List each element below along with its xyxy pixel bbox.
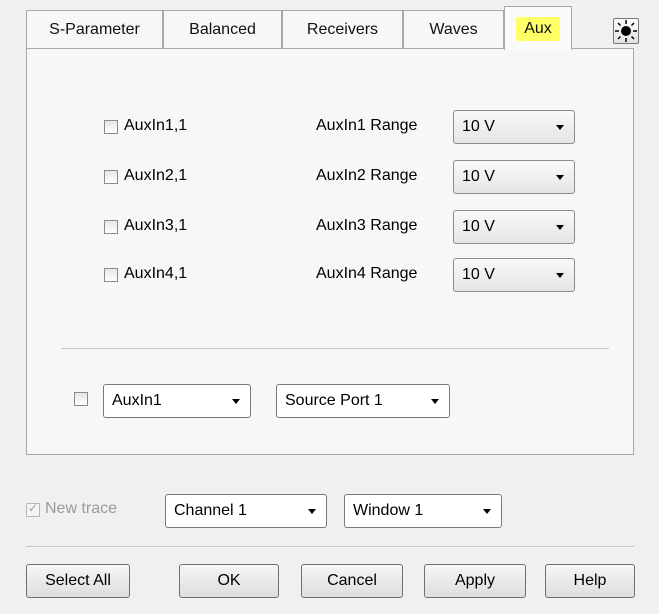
channel-value: Channel 1 [174, 502, 247, 519]
source-port-select[interactable]: Source Port 1 [276, 384, 450, 418]
select-all-button[interactable]: Select All [26, 564, 130, 598]
chevron-down-icon [308, 508, 316, 514]
chevron-down-icon [556, 174, 564, 180]
auxin4-range-value: 10 V [462, 266, 495, 283]
sun-icon [615, 20, 637, 42]
help-button[interactable]: Help [545, 564, 635, 598]
chevron-down-icon [483, 508, 491, 514]
tab-aux[interactable]: Aux [504, 6, 572, 50]
custom-checkbox[interactable] [74, 392, 88, 406]
auxin4-checkbox[interactable] [104, 268, 118, 282]
custom-input-select[interactable]: AuxIn1 [103, 384, 251, 418]
new-trace-checkbox[interactable]: ✓ [26, 501, 40, 517]
auxin2-range-label: AuxIn2 Range [316, 167, 418, 184]
apply-label: Apply [454, 572, 496, 589]
auxin2-range-select[interactable]: 10 V [453, 160, 575, 194]
window-value: Window 1 [353, 502, 424, 519]
tab-label: Waves [429, 20, 478, 38]
tab-receivers[interactable]: Receivers [282, 10, 403, 48]
new-trace-label: New trace [45, 500, 118, 517]
tab-balanced[interactable]: Balanced [163, 10, 282, 48]
cancel-label: Cancel [327, 572, 377, 589]
panel-divider [61, 348, 609, 349]
auxin2-checkbox[interactable] [104, 170, 118, 184]
custom-input-value: AuxIn1 [112, 392, 162, 409]
auxin3-range-select[interactable]: 10 V [453, 210, 575, 244]
tab-label: Receivers [306, 20, 379, 38]
chevron-down-icon [556, 224, 564, 230]
source-port-value: Source Port 1 [285, 392, 383, 409]
chevron-down-icon [556, 272, 564, 278]
window-select[interactable]: Window 1 [344, 494, 502, 528]
auxin3-range-label: AuxIn3 Range [316, 217, 418, 234]
chevron-down-icon [431, 398, 439, 404]
ok-button[interactable]: OK [179, 564, 279, 598]
tab-label: Balanced [189, 20, 256, 38]
chevron-down-icon [556, 124, 564, 130]
auxin4-label: AuxIn4,1 [124, 265, 188, 282]
tab-s-parameter[interactable]: S-Parameter [26, 10, 163, 48]
channel-select[interactable]: Channel 1 [165, 494, 327, 528]
auxin1-label: AuxIn1,1 [124, 117, 188, 134]
auxin3-checkbox[interactable] [104, 220, 118, 234]
select-all-label: Select All [45, 572, 111, 589]
tab-waves[interactable]: Waves [403, 10, 504, 48]
auxin1-range-label: AuxIn1 Range [316, 117, 418, 134]
auxin2-label: AuxIn2,1 [124, 167, 188, 184]
auxin4-range-label: AuxIn4 Range [316, 265, 418, 282]
chevron-down-icon [232, 398, 240, 404]
bottom-divider [26, 546, 634, 547]
auxin2-range-value: 10 V [462, 168, 495, 185]
checkmark-icon: ✓ [28, 501, 39, 515]
auxin1-range-value: 10 V [462, 118, 495, 135]
auxin1-checkbox[interactable] [104, 120, 118, 134]
tab-label: Aux [516, 16, 560, 41]
auxin3-range-value: 10 V [462, 218, 495, 235]
sun-button[interactable] [613, 18, 639, 44]
auxin1-range-select[interactable]: 10 V [453, 110, 575, 144]
tab-label: S-Parameter [49, 20, 140, 38]
auxin3-label: AuxIn3,1 [124, 217, 188, 234]
auxin4-range-select[interactable]: 10 V [453, 258, 575, 292]
cancel-button[interactable]: Cancel [301, 564, 403, 598]
ok-label: OK [217, 572, 241, 589]
apply-button[interactable]: Apply [424, 564, 526, 598]
help-label: Help [573, 572, 607, 589]
